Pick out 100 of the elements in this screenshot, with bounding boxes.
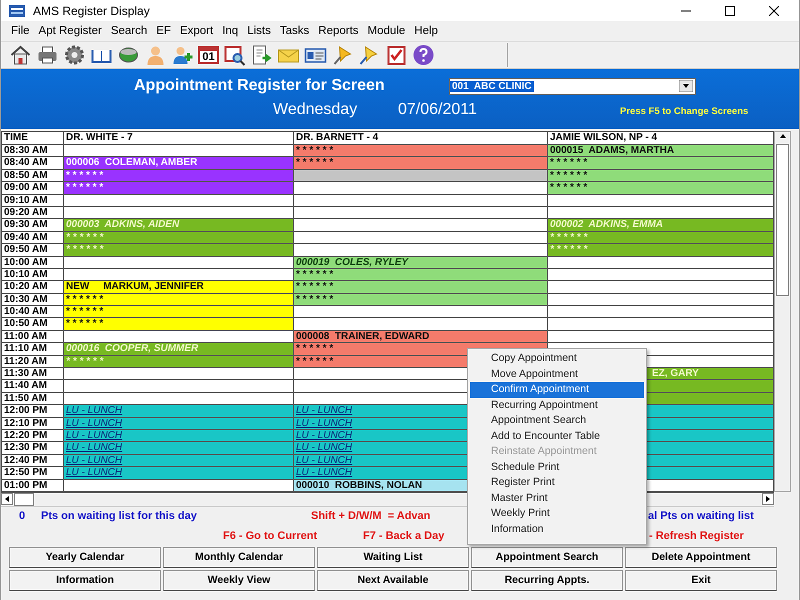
time-cell: 10:10 AM (2, 268, 64, 280)
time-cell: 10:00 AM (2, 256, 64, 268)
appointment-cell[interactable]: * * * * * * (548, 182, 773, 194)
action-button[interactable]: Delete Appointment (625, 546, 777, 568)
action-button[interactable]: Yearly Calendar (9, 546, 161, 568)
register-title: Appointment Register for Screen (134, 77, 386, 95)
time-cell: 12:30 PM (2, 442, 64, 454)
menu-item[interactable]: Module (368, 25, 406, 37)
action-button[interactable]: Recurring Appts. (471, 570, 623, 591)
time-cell: 12:10 PM (2, 418, 64, 429)
day-label: Wednesday (273, 101, 358, 119)
menu-item[interactable]: Search (110, 25, 148, 37)
appointment-cell[interactable]: * * * * * * (294, 157, 548, 169)
action-button[interactable]: Exit (625, 570, 777, 591)
home-icon[interactable] (9, 44, 32, 66)
checklist-icon[interactable] (385, 44, 408, 66)
menu-item[interactable]: Apt Register (38, 25, 102, 37)
appointment-cell[interactable]: LU - LUNCH (64, 418, 294, 429)
menu-item[interactable]: Help (414, 25, 438, 37)
action-button[interactable]: Waiting List (317, 546, 469, 568)
appointment-cell[interactable]: * * * * * * (64, 318, 294, 330)
calendar-icon[interactable]: 01 (198, 46, 219, 64)
calendar-search-icon[interactable] (223, 44, 246, 66)
time-cell: 09:50 AM (2, 244, 64, 256)
window-title: AMS Register Display (33, 4, 151, 18)
appointment-cell[interactable]: NEW MARKUM, JENNIFER (64, 281, 294, 293)
menu-item[interactable]: Tasks (280, 25, 310, 37)
appointment-cell[interactable]: * * * * * * (64, 182, 294, 194)
time-cell: 09:00 AM (2, 182, 64, 194)
time-cell: 11:10 AM (2, 343, 64, 355)
settings-icon[interactable] (63, 44, 86, 66)
time-cell: 08:40 AM (2, 157, 64, 169)
column-header: DR. BARNETT - 4 (294, 132, 548, 144)
scroll-up-icon[interactable] (778, 132, 788, 140)
time-cell: 09:30 AM (2, 219, 64, 231)
appointment-cell[interactable]: * * * * * * (64, 306, 294, 318)
appointment-cell[interactable]: 000006 COLEMAN, AMBER (64, 157, 294, 169)
appointment-cell[interactable] (294, 170, 548, 182)
scroll-thumb[interactable] (14, 492, 34, 506)
close-icon[interactable] (769, 6, 779, 16)
time-cell: 12:20 PM (2, 430, 64, 442)
pushpin-icon[interactable] (331, 44, 354, 66)
scroll-thumb[interactable] (776, 144, 789, 296)
menu-item[interactable]: EF (156, 25, 171, 37)
context-menu-item[interactable]: Information (470, 522, 644, 537)
total-waiting-text: al Pts on waiting list (648, 510, 754, 524)
menu-item[interactable]: Export (180, 25, 214, 37)
appointment-cell[interactable]: * * * * * * (294, 145, 548, 156)
time-cell: 09:10 AM (2, 194, 64, 206)
menu-item[interactable]: Reports (318, 25, 359, 37)
vertical-scrollbar[interactable] (774, 131, 791, 492)
time-cell: 11:50 AM (2, 392, 64, 404)
time-cell: 10:50 AM (2, 318, 64, 330)
screen-dropdown[interactable]: 001 ABC CLINIC (449, 78, 696, 94)
action-button[interactable]: Appointment Search (471, 546, 623, 568)
menu-item[interactable]: Inq (222, 25, 238, 37)
time-cell: 11:00 AM (2, 330, 64, 342)
appointment-cell[interactable]: * * * * * * (294, 268, 548, 280)
f7-hint: F7 - Back a Day (363, 530, 446, 542)
scroll-left-icon[interactable] (1, 493, 13, 506)
context-menu-item[interactable]: Confirm Appointment (470, 382, 644, 398)
scroll-right-icon[interactable] (762, 493, 774, 506)
add-person-icon[interactable] (171, 44, 194, 66)
menu-item[interactable]: File (11, 25, 30, 37)
waiting-text: Pts on waiting list for this day (41, 510, 198, 524)
appointment-cell[interactable]: LU - LUNCH (64, 442, 294, 454)
action-button[interactable]: Weekly View (163, 570, 315, 591)
appointment-cell[interactable]: * * * * * * (64, 170, 294, 182)
printer-icon[interactable] (36, 44, 59, 66)
context-menu-item[interactable]: Master Print (470, 490, 644, 506)
appointment-cell[interactable]: LU - LUNCH (64, 430, 294, 442)
menu-item[interactable]: Lists (247, 25, 271, 37)
appointment-cell[interactable]: LU - LUNCH (64, 467, 294, 479)
time-cell: 10:40 AM (2, 306, 64, 318)
action-button[interactable]: Monthly Calendar (163, 546, 315, 568)
time-cell: 12:40 PM (2, 454, 64, 466)
action-button[interactable]: Next Available (317, 570, 469, 591)
time-cell: 01:00 PM (2, 480, 64, 491)
appointment-cell[interactable]: LU - LUNCH (64, 454, 294, 466)
appointment-cell[interactable]: * * * * * * (64, 294, 294, 306)
context-menu-item[interactable]: Weekly Print (470, 506, 644, 522)
appointment-cell[interactable]: * * * * * * (548, 170, 773, 182)
document-arrow-icon[interactable] (250, 44, 273, 66)
action-button[interactable]: Information (9, 570, 161, 591)
appointment-cell[interactable]: * * * * * * (548, 157, 773, 169)
app-icon (9, 4, 25, 16)
maximize-icon[interactable] (725, 6, 735, 16)
appointment-cell[interactable]: 000019 COLES, RYLEY (294, 256, 548, 268)
appointment-cell[interactable]: * * * * * * (294, 294, 548, 306)
time-cell: 12:00 PM (2, 405, 64, 417)
time-cell: 12:50 PM (2, 467, 64, 479)
waiting-count: 0 (19, 510, 26, 524)
appointment-cell[interactable]: 000008 TRAINER, EDWARD (294, 330, 548, 342)
help-icon[interactable] (412, 44, 435, 66)
screen-hint: Press F5 to Change Screens (620, 106, 748, 117)
appointment-cell[interactable]: 000015 ADAMS, MARTHA (548, 145, 773, 156)
appointment-cell[interactable]: LU - LUNCH (64, 405, 294, 417)
appointment-cell[interactable]: * * * * * * (294, 281, 548, 293)
time-cell: 09:20 AM (2, 206, 64, 218)
dropdown-arrow-icon[interactable] (679, 80, 693, 92)
